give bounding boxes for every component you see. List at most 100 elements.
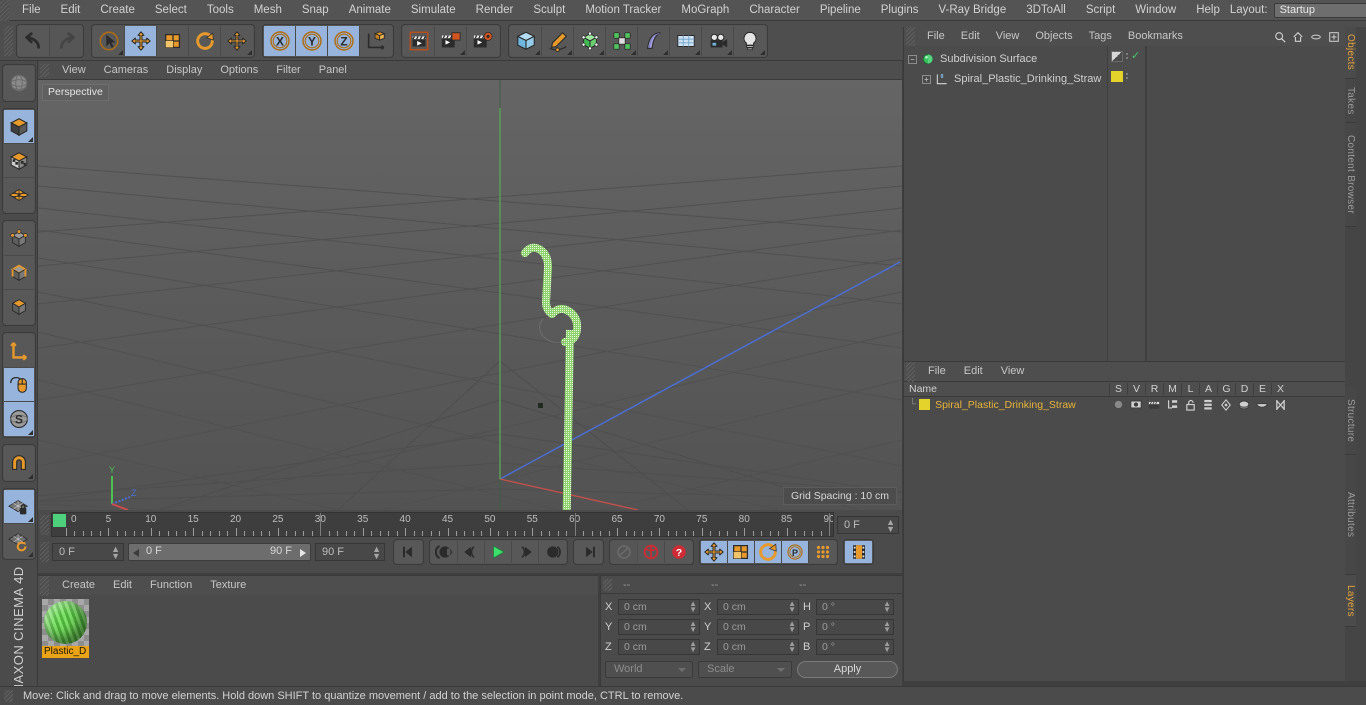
snap-toggle-button[interactable]: [3, 446, 34, 480]
viewport-menu-display[interactable]: Display: [157, 61, 211, 80]
texture-mode-button[interactable]: [3, 144, 34, 178]
object-menu-tags[interactable]: Tags: [1081, 27, 1120, 46]
visibility-dots-icon[interactable]: [1126, 53, 1128, 59]
menu-create[interactable]: Create: [90, 0, 145, 21]
material-menu-function[interactable]: Function: [141, 576, 201, 595]
visibility-dots-icon[interactable]: [1126, 73, 1128, 79]
overflow-corner-icon[interactable]: [27, 517, 33, 522]
object-tag-cell[interactable]: [1108, 66, 1145, 86]
overflow-corner-icon[interactable]: [727, 49, 732, 55]
generator-axis-icon[interactable]: [1217, 398, 1235, 411]
menu-3dtoall[interactable]: 3DToAll: [1016, 0, 1076, 21]
menu-mograph[interactable]: MoGraph: [671, 0, 739, 21]
object-manager-empty-area[interactable]: [1146, 46, 1345, 361]
menu-help[interactable]: Help: [1186, 0, 1230, 21]
layer-menu-view[interactable]: View: [992, 362, 1034, 381]
object-menu-view[interactable]: View: [988, 27, 1028, 46]
coordinate-manager-grip[interactable]: [603, 578, 612, 591]
menu-snap[interactable]: Snap: [292, 0, 339, 21]
overflow-corner-icon[interactable]: [535, 49, 540, 55]
collapse-icon[interactable]: [1310, 31, 1322, 43]
object-manager-body[interactable]: − Subdivision Surface +0 Spiral_Plastic_Dri…: [904, 46, 1345, 361]
range-right-handle-icon[interactable]: [297, 548, 307, 558]
material-tag-icon[interactable]: [1111, 70, 1123, 82]
scale-key-button[interactable]: [728, 541, 755, 563]
spinner-icon[interactable]: ▲ ▼: [788, 600, 796, 614]
vertical-tab-structure[interactable]: Structure: [1345, 387, 1356, 455]
size-z-field[interactable]: 0 cm ▲ ▼: [717, 639, 799, 655]
search-icon[interactable]: [1274, 31, 1286, 43]
points-mode-button[interactable]: [3, 222, 34, 256]
viewport-menu-options[interactable]: Options: [211, 61, 267, 80]
enabled-check-icon[interactable]: ✓: [1131, 50, 1140, 62]
move-extra-tool[interactable]: [221, 25, 253, 56]
pla-key-button[interactable]: [809, 541, 836, 563]
object-row[interactable]: − Subdivision Surface: [904, 49, 1107, 69]
menu-script[interactable]: Script: [1076, 0, 1125, 21]
timeline-ruler[interactable]: 051015202530354045505560657075808590: [51, 512, 834, 537]
preview-range-slider[interactable]: 0 F 90 F: [128, 543, 311, 561]
object-axis-mode-button[interactable]: [3, 334, 34, 368]
render-view-button[interactable]: [403, 25, 435, 56]
deformer-disc-icon[interactable]: [1235, 399, 1253, 411]
vertical-tab-attributes[interactable]: Attributes: [1345, 455, 1356, 575]
undo-button[interactable]: [18, 25, 50, 56]
overflow-corner-icon[interactable]: [599, 49, 604, 55]
viewport-menu-panel[interactable]: Panel: [310, 61, 356, 80]
go-to-start-button[interactable]: [395, 541, 422, 563]
apply-button[interactable]: Apply: [797, 661, 898, 678]
material-menu-texture[interactable]: Texture: [201, 576, 255, 595]
xref-icon-icon[interactable]: [1271, 399, 1289, 411]
workplane-mode-button[interactable]: [3, 178, 34, 212]
autokeying-button[interactable]: [638, 541, 665, 563]
move-tool[interactable]: [125, 25, 157, 56]
material-chip[interactable]: Plastic_D: [42, 599, 89, 658]
position-y-field[interactable]: 0 cm ▲ ▼: [618, 619, 700, 635]
overflow-corner-icon[interactable]: [247, 49, 252, 55]
object-menu-edit[interactable]: Edit: [953, 27, 988, 46]
layer-row[interactable]: └ Spiral_Plastic_Drinking_Straw: [904, 397, 1345, 412]
playhead-marker[interactable]: [53, 514, 66, 527]
vertical-tab-takes[interactable]: Takes: [1345, 79, 1356, 123]
position-key-button[interactable]: [701, 541, 728, 563]
vertical-tab-layers[interactable]: Layers: [1345, 575, 1356, 627]
toolbar-grip[interactable]: [4, 25, 13, 56]
layer-menu-edit[interactable]: Edit: [955, 362, 992, 381]
material-manager-grip[interactable]: [40, 575, 49, 596]
size-y-field[interactable]: 0 cm ▲ ▼: [717, 619, 799, 635]
solo-dot-icon[interactable]: [1109, 399, 1127, 410]
polygons-mode-button[interactable]: [3, 290, 34, 324]
overflow-corner-icon[interactable]: [631, 49, 636, 55]
scale-tool[interactable]: [157, 25, 189, 56]
menu-edit[interactable]: Edit: [51, 0, 91, 21]
z-axis-lock[interactable]: Z: [328, 25, 360, 56]
animation-bars-icon[interactable]: [1199, 399, 1217, 411]
previous-keyframe-button[interactable]: [431, 541, 458, 563]
overflow-corner-icon[interactable]: [567, 49, 572, 55]
spinner-icon[interactable]: ▲ ▼: [788, 620, 796, 634]
object-tag-cell[interactable]: ✓: [1108, 46, 1145, 66]
undo-view-tool[interactable]: [3, 66, 34, 100]
coordinate-system-select[interactable]: World: [605, 661, 693, 678]
size-mode-select[interactable]: Scale: [698, 661, 792, 678]
spinner-icon[interactable]: ▲ ▼: [883, 640, 891, 654]
next-keyframe-button[interactable]: [539, 541, 566, 563]
menu-plugins[interactable]: Plugins: [871, 0, 929, 21]
spinner-icon[interactable]: ▲ ▼: [689, 620, 697, 634]
position-x-field[interactable]: 0 cm ▲ ▼: [618, 599, 700, 615]
menu-file[interactable]: File: [12, 0, 51, 21]
display-tag-icon[interactable]: [1111, 50, 1123, 62]
parameter-key-button[interactable]: P: [782, 541, 809, 563]
add-light-button[interactable]: [734, 25, 766, 56]
workplane-lock-button[interactable]: [3, 490, 34, 524]
vertical-tab-content-browser[interactable]: Content Browser: [1345, 123, 1356, 227]
object-menu-file[interactable]: File: [919, 27, 953, 46]
current-frame-field[interactable]: 0 F ▲ ▼: [837, 515, 899, 534]
spinner-icon[interactable]: ▲ ▼: [372, 545, 381, 561]
viewport-menu-view[interactable]: View: [53, 61, 95, 80]
enable-axis-modification-button[interactable]: [3, 368, 34, 402]
size-x-field[interactable]: 0 cm ▲ ▼: [717, 599, 799, 615]
overflow-corner-icon[interactable]: [695, 49, 700, 55]
next-frame-button[interactable]: [512, 541, 539, 563]
previous-frame-button[interactable]: [458, 541, 485, 563]
